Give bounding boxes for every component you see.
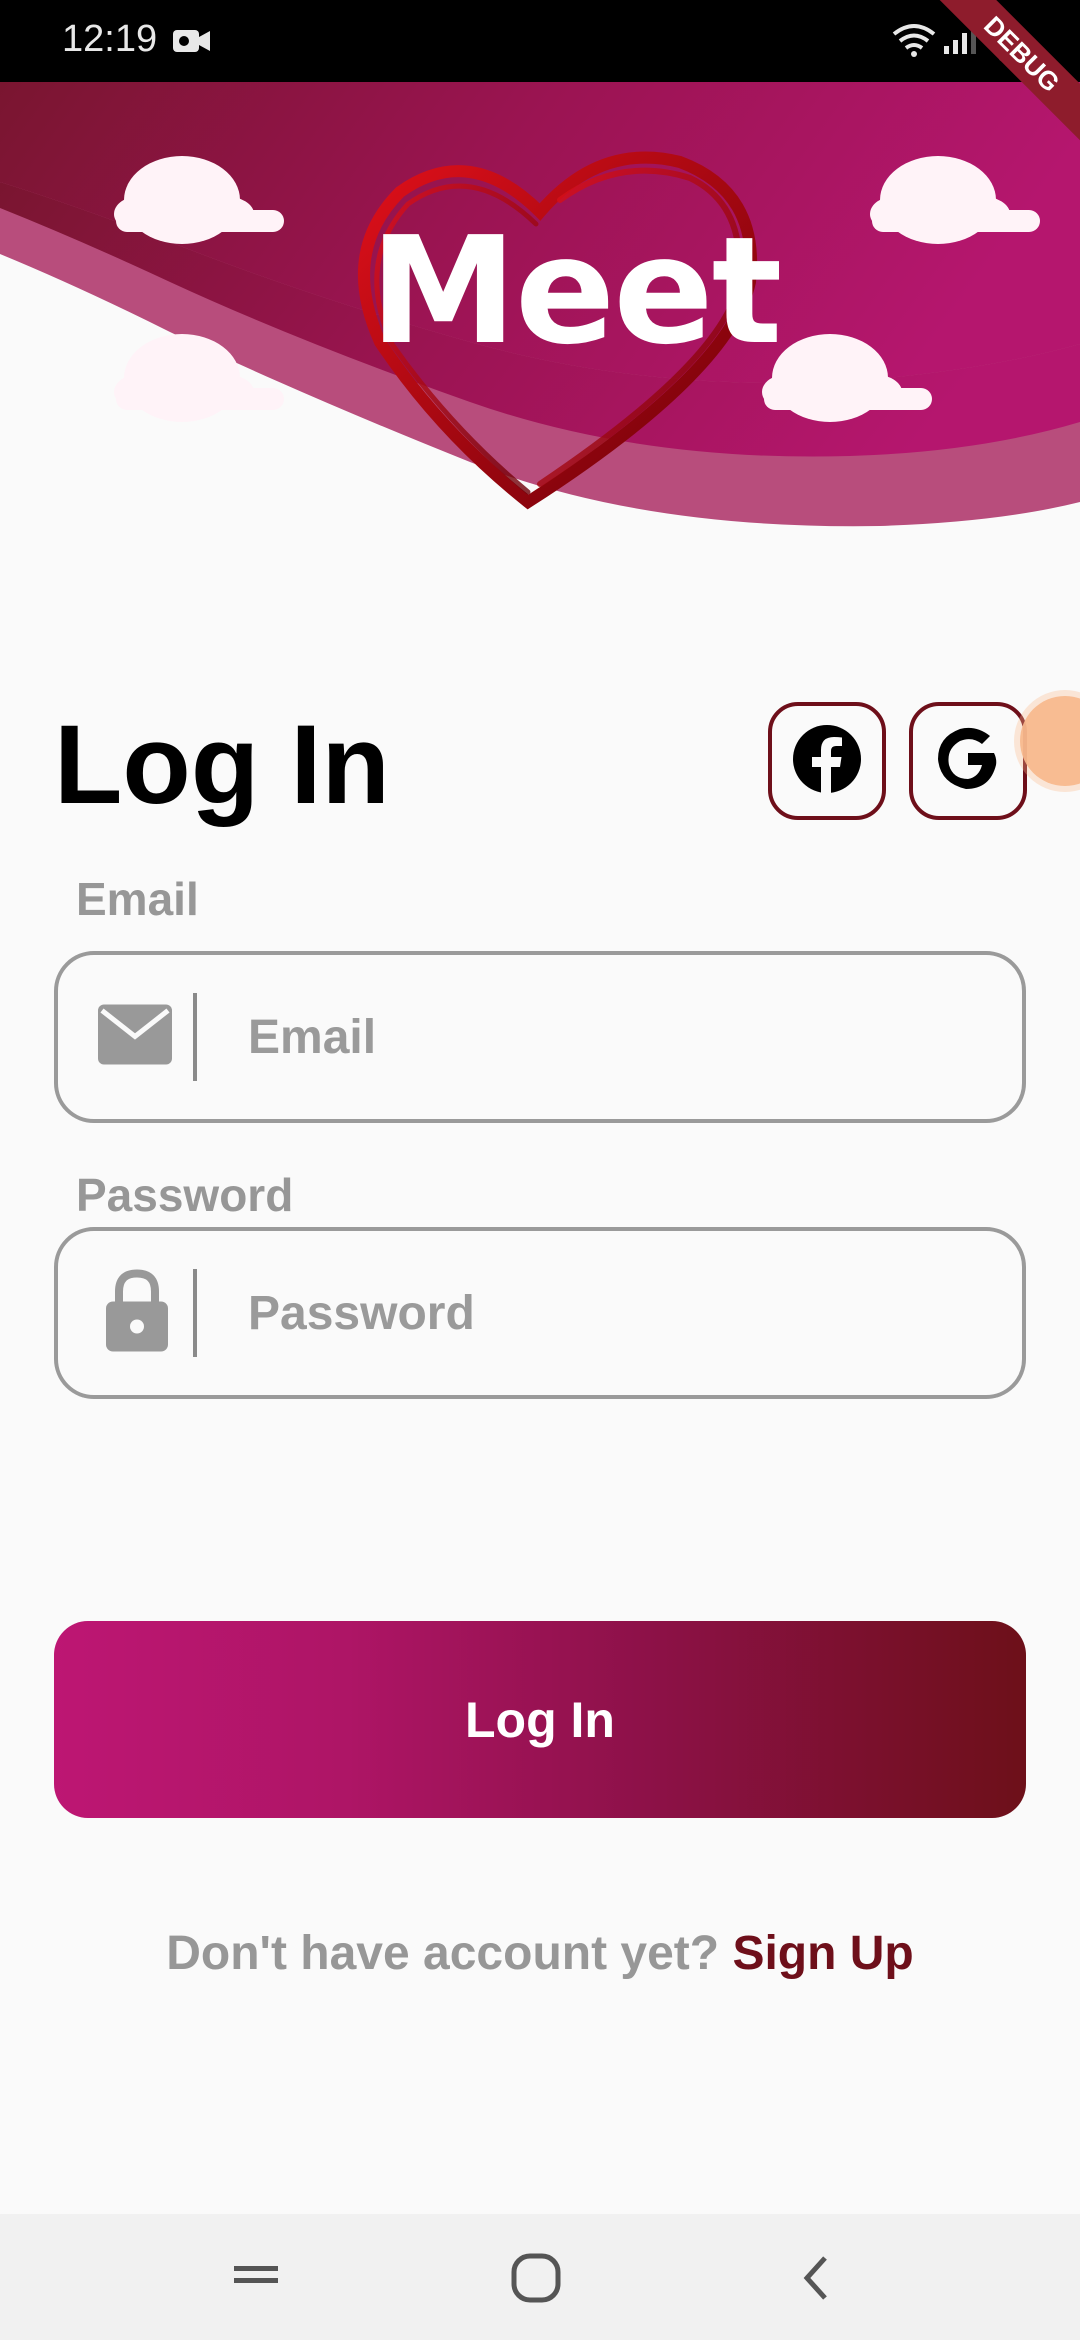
password-field-divider	[193, 1269, 197, 1357]
lock-icon	[106, 1269, 168, 1357]
email-field-divider	[193, 993, 197, 1081]
facebook-icon	[791, 723, 863, 800]
envelope-icon	[98, 1004, 172, 1070]
system-navigation-bar	[0, 2214, 1080, 2340]
google-icon	[932, 723, 1004, 800]
home-icon[interactable]	[506, 2248, 566, 2308]
email-input[interactable]	[248, 955, 988, 1119]
status-time: 12:19	[62, 18, 158, 60]
back-icon[interactable]	[787, 2248, 847, 2308]
email-label: Email	[76, 873, 199, 925]
wifi-icon	[892, 22, 936, 63]
video-camera-icon	[172, 27, 212, 60]
google-login-button[interactable]	[909, 702, 1027, 820]
recent-apps-icon[interactable]	[226, 2248, 286, 2308]
app-brand-title: Meet	[369, 205, 783, 377]
password-field[interactable]	[54, 1227, 1026, 1399]
floating-recorder-bubble[interactable]	[1020, 696, 1080, 786]
password-label: Password	[76, 1169, 294, 1221]
page-title: Log In	[54, 702, 390, 827]
login-button[interactable]: Log In	[54, 1621, 1026, 1818]
signup-row: Don't have account yet? Sign Up	[0, 1926, 1080, 1981]
signup-link[interactable]: Sign Up	[732, 1927, 913, 1980]
signup-prompt: Don't have account yet?	[166, 1927, 720, 1980]
email-field[interactable]	[54, 951, 1026, 1123]
status-bar: 12:19	[0, 0, 1080, 82]
facebook-login-button[interactable]	[768, 702, 886, 820]
password-input[interactable]	[248, 1231, 988, 1395]
